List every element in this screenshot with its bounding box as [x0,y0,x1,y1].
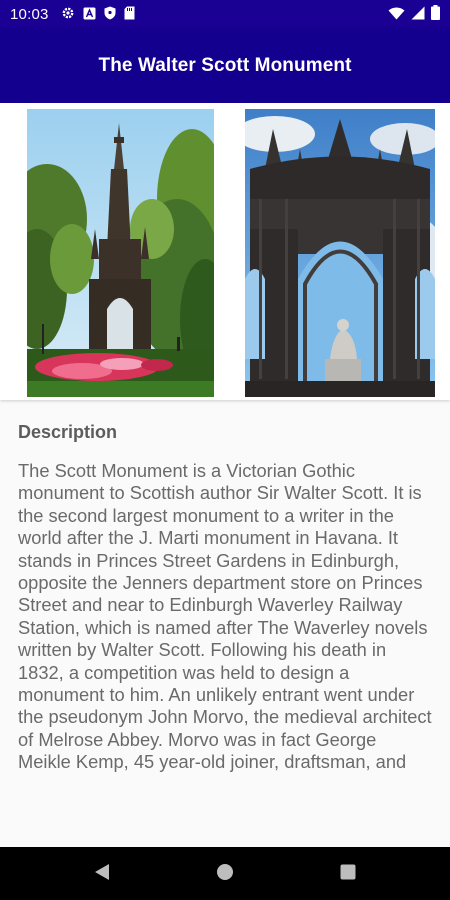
status-notification-icons [61,5,135,24]
image-panel [0,103,450,400]
back-icon [94,863,110,885]
signal-icon [411,5,425,24]
description-heading: Description [18,422,118,442]
home-icon [216,863,234,885]
back-button[interactable] [72,854,132,894]
description-text: The Scott Monument is a Victorian Gothic… [18,460,432,773]
battery-icon [431,5,440,24]
page-title: The Walter Scott Monument [98,55,352,76]
recents-icon [340,864,356,884]
monument-arch-closeup-photo[interactable] [245,109,435,397]
gear-icon [61,5,75,24]
status-system-icons [388,0,440,29]
recents-button[interactable] [318,854,378,894]
monument-street-view-photo[interactable] [27,109,214,397]
navigation-bar [0,847,450,900]
status-time: 10:03 [10,6,49,23]
font-icon [83,5,96,24]
status-bar: 10:03 [0,0,450,29]
screen: 10:03 The Walter Scott Monument Descript… [0,0,450,900]
home-button[interactable] [195,854,255,894]
wifi-icon [388,5,405,24]
shield-icon [104,5,116,24]
sd-card-icon [124,5,135,24]
app-bar: The Walter Scott Monument [0,29,450,103]
